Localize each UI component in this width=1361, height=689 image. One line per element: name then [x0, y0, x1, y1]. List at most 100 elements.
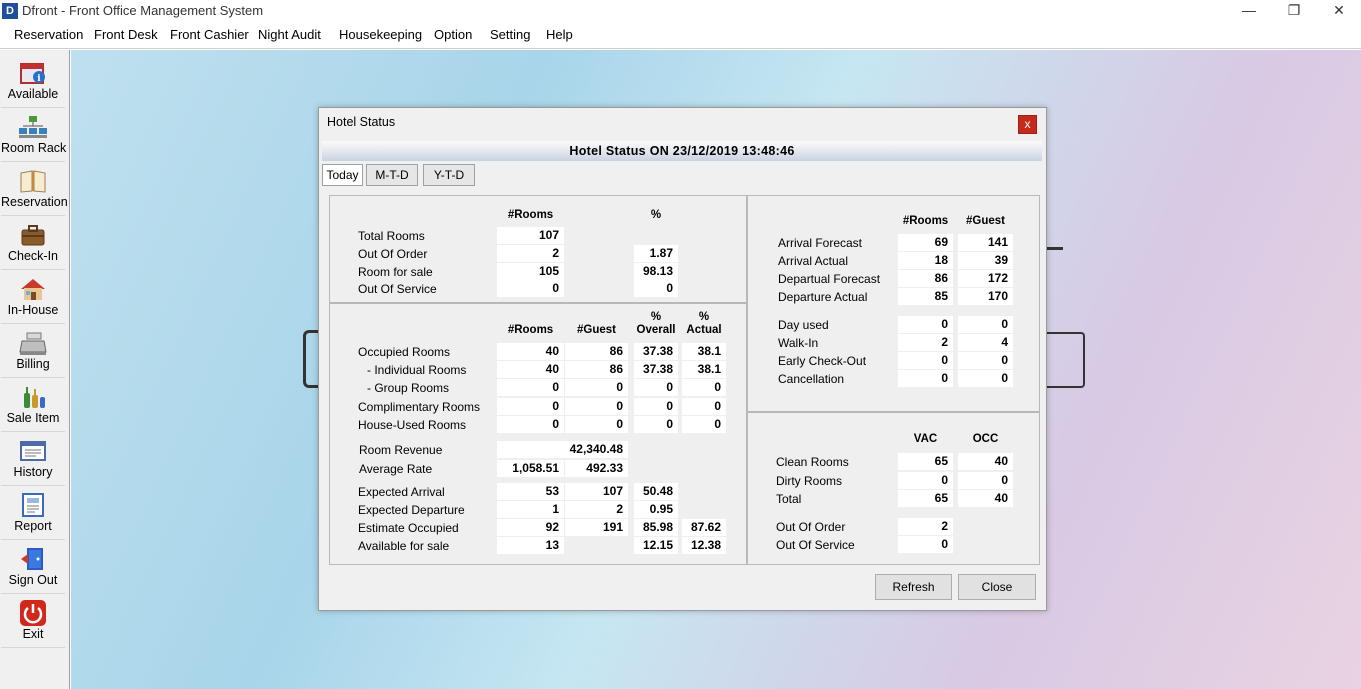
value-cell: 107 [497, 227, 564, 244]
value-cell: 40 [497, 343, 564, 360]
hotel-status-dialog: Hotel Status x Hotel Status ON 23/12/201… [318, 107, 1047, 611]
value-cell: 69 [898, 234, 953, 251]
column-header: #Rooms [507, 324, 554, 336]
column-header: % [698, 311, 710, 323]
row-label: Room for sale [358, 265, 433, 279]
minimize-button[interactable]: — [1226, 0, 1272, 22]
row-label: Clean Rooms [776, 455, 849, 469]
value-cell: 0 [958, 352, 1013, 369]
sidebar-item-check-in[interactable]: Check-In [1, 218, 65, 270]
value-cell: 0 [565, 398, 628, 415]
sidebar-item-reservation[interactable]: Reservation [1, 164, 68, 216]
value-cell: 86 [898, 270, 953, 287]
briefcase-icon [18, 222, 48, 248]
value-cell: 65 [898, 490, 953, 507]
background-graphic [1045, 332, 1085, 388]
row-label: Departure Actual [778, 290, 868, 304]
row-label: Cancellation [778, 372, 845, 386]
value-cell: 0 [497, 379, 564, 396]
menu-night-audit[interactable]: Night Audit [256, 27, 323, 42]
sidebar-item-in-house[interactable]: In-House [1, 272, 65, 324]
value-cell: 4 [958, 334, 1013, 351]
tab-today[interactable]: Today [322, 164, 363, 186]
column-header: % [650, 209, 662, 221]
sidebar-item-available[interactable]: i Available [1, 56, 65, 108]
sidebar-item-label: Room Rack [1, 141, 67, 155]
title-bar: D Dfront - Front Office Management Syste… [0, 0, 1361, 22]
bottles-icon [18, 384, 48, 410]
value-cell: 0 [898, 316, 953, 333]
sidebar-item-exit[interactable]: Exit [1, 596, 65, 648]
dialog-close-button[interactable]: x [1018, 115, 1037, 134]
sidebar-item-room-rack[interactable]: Room Rack [1, 110, 67, 162]
value-cell: 0 [565, 416, 628, 433]
svg-text:i: i [37, 74, 41, 84]
value-cell: 107 [565, 483, 628, 500]
close-button[interactable]: Close [958, 574, 1036, 600]
row-label: Expected Arrival [358, 485, 445, 499]
value-cell: 0 [497, 398, 564, 415]
value-cell: 38.1 [682, 343, 726, 360]
house-icon [18, 276, 48, 302]
row-label: Early Check-Out [778, 354, 867, 368]
value-cell: 0 [958, 472, 1013, 489]
row-label: Out Of Service [358, 282, 437, 296]
value-cell: 85.98 [634, 519, 678, 536]
column-header: #Rooms [507, 209, 554, 221]
value-cell: 0 [634, 379, 678, 396]
sidebar-item-history[interactable]: History [1, 434, 65, 486]
menu-reservation[interactable]: Reservation [12, 27, 85, 42]
value-cell: 0 [634, 280, 678, 297]
value-cell: 0 [958, 370, 1013, 387]
value-cell: 39 [958, 252, 1013, 269]
value-cell: 0 [634, 398, 678, 415]
column-header: #Guest [966, 215, 1005, 227]
menu-option[interactable]: Option [432, 27, 474, 42]
close-window-button[interactable]: ✕ [1316, 0, 1361, 22]
room-rack-icon [18, 114, 48, 140]
value-cell: 0 [682, 379, 726, 396]
power-icon [18, 600, 48, 626]
value-cell: 53 [497, 483, 564, 500]
background-graphic [1045, 247, 1063, 250]
calendar-info-icon: i [18, 60, 48, 86]
value-cell: 37.38 [634, 361, 678, 378]
sidebar-item-label: Sale Item [6, 411, 60, 425]
sidebar-item-sale-item[interactable]: Sale Item [1, 380, 65, 432]
refresh-button[interactable]: Refresh [875, 574, 952, 600]
occupancy-panel: #Rooms #Guest % Overall % Actual Occupie… [329, 303, 747, 565]
value-cell: 2 [565, 501, 628, 518]
cash-register-icon [18, 330, 48, 356]
housekeeping-panel: VAC OCC Clean Rooms 65 40 Dirty Rooms 0 … [747, 412, 1040, 565]
value-cell: 13 [497, 537, 564, 554]
average-rate-value: 1,058.51 [497, 460, 564, 477]
dialog-title: Hotel Status [327, 115, 396, 129]
sidebar-item-sign-out[interactable]: Sign Out [1, 542, 65, 594]
sidebar-item-label: Exit [22, 627, 44, 641]
menu-front-desk[interactable]: Front Desk [92, 27, 160, 42]
tab-ytd[interactable]: Y-T-D [423, 164, 475, 186]
row-label: Complimentary Rooms [358, 400, 481, 414]
tab-mtd[interactable]: M-T-D [366, 164, 418, 186]
menu-setting[interactable]: Setting [488, 27, 532, 42]
menu-help[interactable]: Help [544, 27, 575, 42]
value-cell: 0 [898, 352, 953, 369]
sidebar-item-label: Available [7, 87, 59, 101]
value-cell: 92 [497, 519, 564, 536]
value-cell: 0.95 [634, 501, 678, 518]
sidebar-item-billing[interactable]: Billing [1, 326, 65, 378]
sidebar-item-label: History [13, 465, 53, 479]
menu-housekeeping[interactable]: Housekeeping [337, 27, 424, 42]
sidebar-item-label: Report [14, 519, 52, 533]
value-cell: 0 [958, 316, 1013, 333]
column-header: Actual [686, 324, 722, 336]
row-label: Expected Departure [358, 503, 465, 517]
row-label: Departual Forecast [778, 272, 881, 286]
menu-front-cashier[interactable]: Front Cashier [168, 27, 251, 42]
value-cell: 18 [898, 252, 953, 269]
restore-button[interactable]: ❐ [1271, 0, 1317, 22]
row-label: - Individual Rooms [367, 363, 467, 377]
sidebar-item-report[interactable]: Report [1, 488, 65, 540]
value-cell: 40 [497, 361, 564, 378]
report-icon [18, 492, 48, 518]
